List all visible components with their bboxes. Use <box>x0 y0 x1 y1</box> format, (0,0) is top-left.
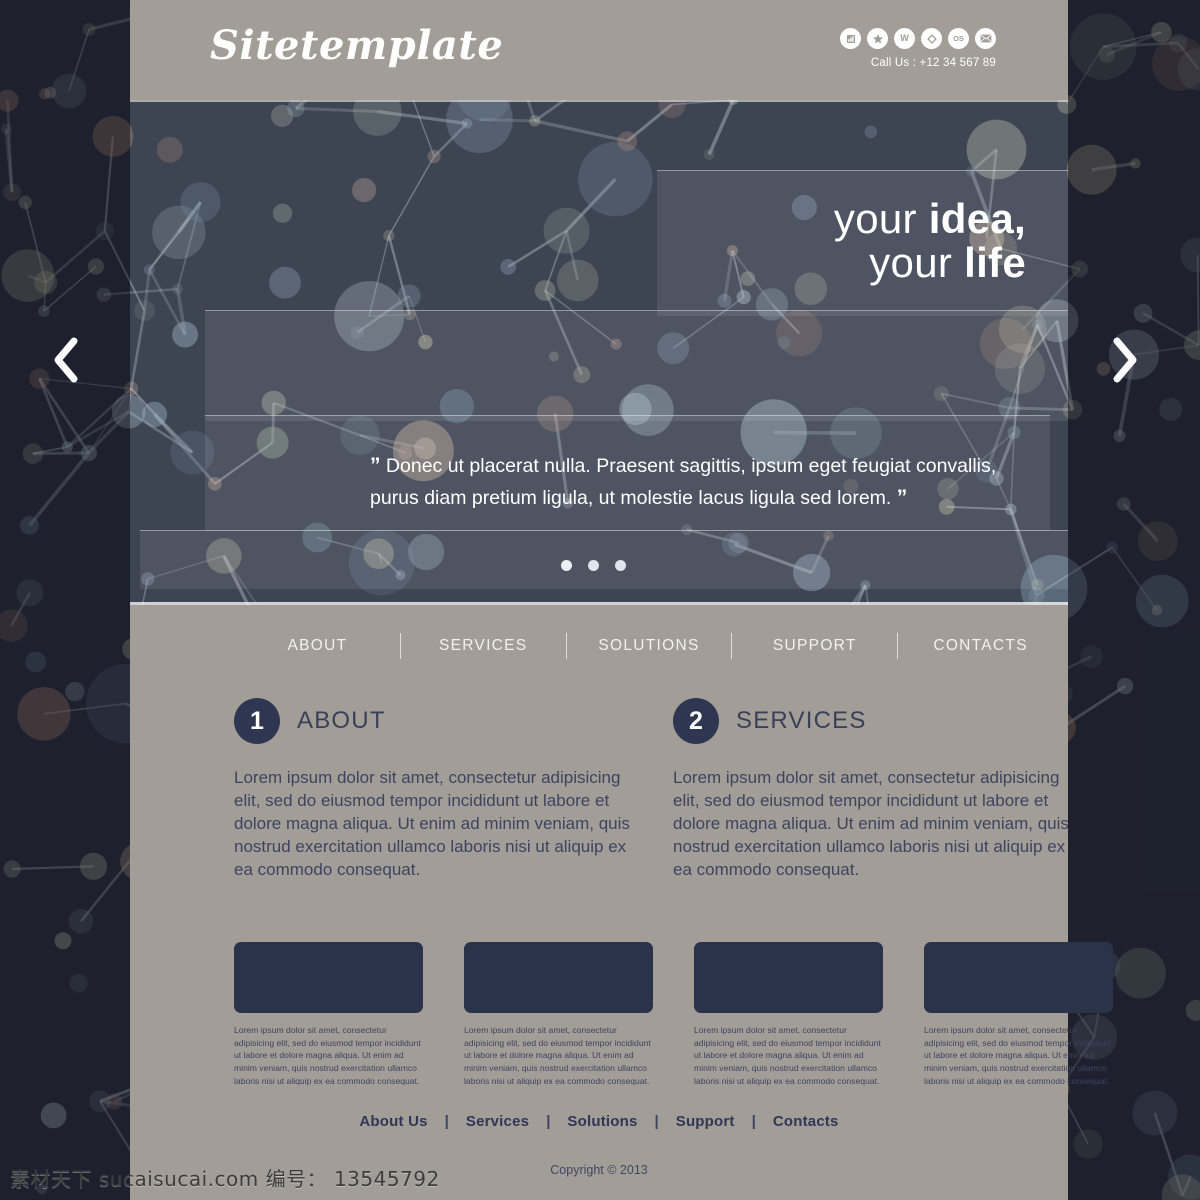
nav-item-about[interactable]: ABOUT <box>235 637 400 655</box>
os-letters: OS <box>953 33 964 43</box>
social-icons: W OS <box>840 28 996 49</box>
card-grid: Lorem ipsum dolor sit amet, consectetur … <box>234 942 1113 1088</box>
card-item: Lorem ipsum dolor sit amet, consectetur … <box>234 942 423 1088</box>
feature-columns: 1 ABOUT Lorem ipsum dolor sit amet, cons… <box>234 698 1072 882</box>
card-thumbnail[interactable] <box>694 942 883 1013</box>
card-thumbnail[interactable] <box>924 942 1113 1013</box>
quote-open-mark: ” <box>370 454 381 477</box>
feature-column-about: 1 ABOUT Lorem ipsum dolor sit amet, cons… <box>234 698 633 882</box>
main-navigation: ABOUT SERVICES SOLUTIONS SUPPORT CONTACT… <box>235 633 1063 659</box>
star-icon[interactable] <box>867 28 888 49</box>
footer-link-support[interactable]: Support <box>676 1113 735 1130</box>
footer-link-contacts[interactable]: Contacts <box>773 1113 839 1130</box>
page-column: Sitetemplate W OS Call Us: +12 34 567 8… <box>130 0 1113 1200</box>
hero-slider <box>130 100 1068 605</box>
mail-icon[interactable] <box>975 28 996 49</box>
hero-headline-line2: your life <box>834 241 1026 285</box>
hero-quote-line2-text: purus diam pretium ligula, ut molestie l… <box>370 486 892 509</box>
step-number-badge: 1 <box>234 698 280 744</box>
footer-separator: | <box>654 1113 659 1130</box>
feature-column-header: 1 ABOUT <box>234 698 633 744</box>
step-number-badge: 2 <box>673 698 719 744</box>
feature-column-services: 2 SERVICES Lorem ipsum dolor sit amet, c… <box>673 698 1072 882</box>
footer-separator: | <box>546 1113 551 1130</box>
card-description: Lorem ipsum dolor sit amet, consectetur … <box>924 1025 1111 1086</box>
wordpress-letter: W <box>900 33 909 43</box>
card-item: Lorem ipsum dolor sit amet, consectetur … <box>464 942 653 1088</box>
hero-quote-line2: purus diam pretium ligula, ut molestie l… <box>370 482 1110 514</box>
hero-quote: ” Donec ut placerat nulla. Praesent sagi… <box>370 450 1110 514</box>
footer-link-solutions[interactable]: Solutions <box>567 1113 637 1130</box>
hero-headline-line1-light: your <box>833 195 929 242</box>
nav-item-contacts[interactable]: CONTACTS <box>898 637 1063 655</box>
card-thumbnail[interactable] <box>464 942 653 1013</box>
hero-quote-line1: ” Donec ut placerat nulla. Praesent sagi… <box>370 450 1110 482</box>
feature-column-body: Lorem ipsum dolor sit amet, consectetur … <box>234 768 630 880</box>
footer-separator: | <box>444 1113 449 1130</box>
diamond-icon[interactable] <box>921 28 942 49</box>
hero-top-divider <box>130 100 1068 102</box>
footer-navigation: About Us | Services | Solutions | Suppor… <box>130 1113 1068 1130</box>
slider-dot-1[interactable] <box>561 560 572 571</box>
card-item: Lorem ipsum dolor sit amet, consectetur … <box>694 942 883 1088</box>
os-icon[interactable]: OS <box>948 28 969 49</box>
wordpress-icon[interactable]: W <box>894 28 915 49</box>
hero-background <box>130 100 1068 605</box>
slider-prev-arrow[interactable] <box>42 330 88 390</box>
feature-column-title: ABOUT <box>297 707 386 734</box>
content-area: ABOUT SERVICES SOLUTIONS SUPPORT CONTACT… <box>130 605 1113 1200</box>
quote-close-mark: ” <box>896 485 908 509</box>
card-thumbnail[interactable] <box>234 942 423 1013</box>
nav-separator <box>731 633 733 659</box>
feature-column-title: SERVICES <box>736 707 867 734</box>
site-logo[interactable]: Sitetemplate <box>210 22 503 69</box>
copyright-text: Copyright © 2013 <box>550 1163 648 1177</box>
slider-next-arrow[interactable] <box>1102 330 1148 390</box>
slider-dots <box>561 560 626 571</box>
slider-dot-3[interactable] <box>615 560 626 571</box>
feed-icon[interactable] <box>840 28 861 49</box>
nav-separator <box>399 633 401 659</box>
nav-item-services[interactable]: SERVICES <box>401 637 566 655</box>
header-right: W OS Call Us : +12 34 567 89 <box>840 28 996 69</box>
hero-headline: your idea, your life <box>833 195 1026 285</box>
hero-headline-line2-bold: life <box>964 239 1026 287</box>
hero-headline-line1-bold: idea, <box>928 195 1026 242</box>
slider-dot-2[interactable] <box>588 560 599 571</box>
page-stage: Sitetemplate W OS Call Us: +12 34 567 8… <box>0 0 1200 1200</box>
feature-column-header: 2 SERVICES <box>673 698 1072 744</box>
hero-headline-line2-light: your <box>869 239 965 287</box>
call-us-text: Call Us : +12 34 567 89 <box>870 57 996 69</box>
card-description: Lorem ipsum dolor sit amet, consectetur … <box>234 1025 421 1086</box>
card-description: Lorem ipsum dolor sit amet, consectetur … <box>464 1025 651 1086</box>
card-description: Lorem ipsum dolor sit amet, consectetur … <box>694 1025 881 1086</box>
site-header: Sitetemplate W OS Call Us: +12 34 567 8… <box>130 0 1068 100</box>
feature-column-body: Lorem ipsum dolor sit amet, consectetur … <box>673 768 1069 880</box>
footer-link-services[interactable]: Services <box>466 1113 529 1130</box>
nav-item-solutions[interactable]: SOLUTIONS <box>567 637 732 655</box>
nav-item-support[interactable]: SUPPORT <box>732 637 897 655</box>
hero-quote-line1-text: Donec ut placerat nulla. Praesent sagitt… <box>385 455 997 477</box>
footer-separator: | <box>751 1113 756 1130</box>
card-item: Lorem ipsum dolor sit amet, consectetur … <box>924 942 1113 1088</box>
footer-link-about-us[interactable]: About Us <box>359 1113 427 1130</box>
nav-separator <box>897 633 899 659</box>
hero-headline-line1: your idea, <box>833 195 1026 242</box>
nav-separator <box>565 633 567 659</box>
